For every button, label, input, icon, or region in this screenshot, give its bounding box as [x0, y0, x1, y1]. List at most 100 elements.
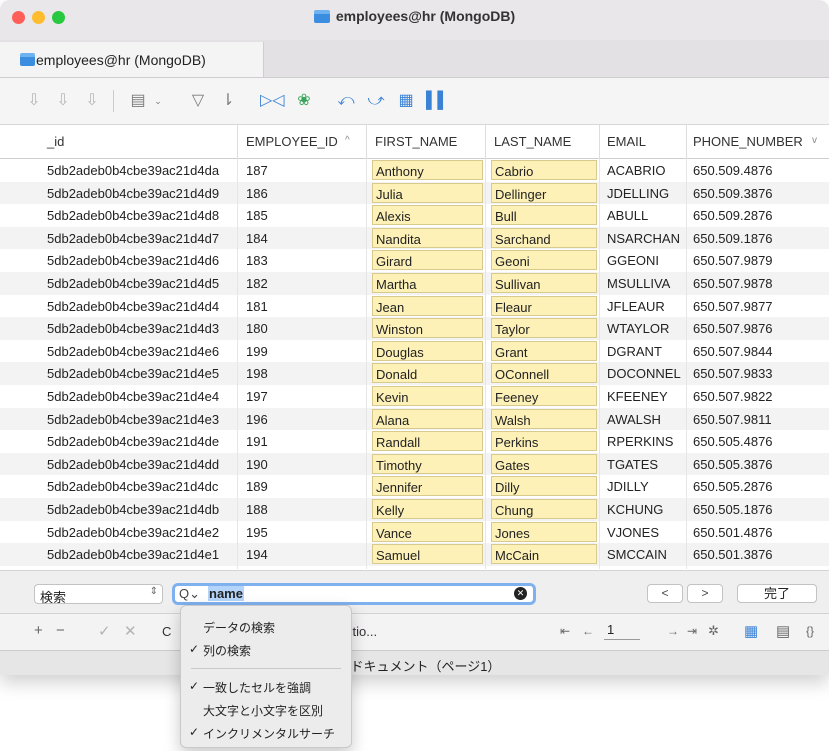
- table-row[interactable]: 5db2adeb0b4cbe39ac21d4d9 186 Julia Dellinge…: [0, 181, 829, 205]
- menu-item-search-data[interactable]: データの検索: [181, 619, 351, 639]
- column-header-last-name[interactable]: LAST_NAME: [494, 134, 571, 149]
- cell-first-name[interactable]: Timothy: [372, 453, 483, 474]
- cell-first-name[interactable]: Kelly: [372, 499, 483, 519]
- cell-phone-number[interactable]: 650.505.2876: [693, 479, 773, 494]
- cell-last-name[interactable]: McCain: [491, 544, 597, 565]
- cell-email[interactable]: VJONES: [607, 525, 659, 540]
- menu-item-search-columns[interactable]: ✓ 列の検索: [181, 642, 351, 662]
- cell-phone-number[interactable]: 650.501.3876: [693, 547, 773, 562]
- cell-phone-number[interactable]: 650.509.4876: [693, 163, 773, 178]
- cell-employee-id[interactable]: 190: [246, 457, 268, 472]
- table-row[interactable]: 5db2adeb0b4cbe39ac21d4dd 190 Timothy Gates T…: [0, 452, 829, 476]
- venn-icon[interactable]: ❀: [294, 91, 314, 111]
- cell-email[interactable]: KCHUNG: [607, 502, 663, 517]
- cell-employee-id[interactable]: 199: [246, 344, 268, 359]
- sort-icon[interactable]: ⇂: [218, 91, 238, 111]
- cell-employee-id[interactable]: 187: [246, 163, 268, 178]
- cell-phone-number[interactable]: 650.505.4876: [693, 434, 773, 449]
- table-row[interactable]: 5db2adeb0b4cbe39ac21d4e5 198 Donald OConnel…: [0, 362, 829, 385]
- table-data-icon[interactable]: ▦: [396, 91, 416, 111]
- cell-first-name[interactable]: Vance: [372, 521, 483, 542]
- previous-match-button[interactable]: <: [647, 584, 683, 603]
- cell-phone-number[interactable]: 650.507.9877: [693, 299, 773, 314]
- cell-phone-number[interactable]: 650.505.1876: [693, 502, 773, 517]
- cell-email[interactable]: TGATES: [607, 457, 658, 472]
- cell-first-name[interactable]: Kevin: [372, 386, 483, 406]
- cell-phone-number[interactable]: 650.509.3876: [693, 186, 773, 201]
- clear-search-icon[interactable]: ✕: [514, 587, 527, 600]
- cell-first-name[interactable]: Nandita: [372, 227, 483, 248]
- column-header-first-name[interactable]: FIRST_NAME: [375, 134, 457, 149]
- cell-email[interactable]: SMCCAIN: [607, 547, 667, 562]
- cell-employee-id[interactable]: 181: [246, 299, 268, 314]
- cell-last-name[interactable]: Grant: [491, 340, 597, 361]
- cell-id[interactable]: 5db2adeb0b4cbe39ac21d4dc: [47, 479, 218, 494]
- table-row[interactable]: 5db2adeb0b4cbe39ac21d4d3 180 Winston Taylor…: [0, 317, 829, 340]
- cell-last-name[interactable]: Perkins: [491, 431, 597, 452]
- add-row-button[interactable]: +: [34, 622, 43, 639]
- table-row[interactable]: 5db2adeb0b4cbe39ac21d4da 187 Anthony Cabrio…: [0, 159, 829, 182]
- column-divider[interactable]: [686, 125, 687, 158]
- sort-ascending-icon[interactable]: ^: [345, 135, 350, 146]
- cell-first-name[interactable]: Julia: [372, 182, 483, 203]
- cell-id[interactable]: 5db2adeb0b4cbe39ac21d4d9: [47, 186, 219, 201]
- cell-first-name[interactable]: Winston: [372, 318, 483, 339]
- previous-page-icon[interactable]: ←: [582, 624, 594, 638]
- cell-employee-id[interactable]: 194: [246, 547, 268, 562]
- first-page-icon[interactable]: ⇤: [560, 624, 570, 638]
- table-row[interactable]: 5db2adeb0b4cbe39ac21d4d5 182 Martha Sulliva…: [0, 272, 829, 295]
- cell-email[interactable]: KFEENEY: [607, 389, 668, 404]
- cell-phone-number[interactable]: 650.507.9844: [693, 344, 773, 359]
- column-divider[interactable]: [485, 125, 486, 158]
- cell-employee-id[interactable]: 185: [246, 208, 268, 223]
- cell-id[interactable]: 5db2adeb0b4cbe39ac21d4db: [47, 502, 219, 517]
- table-row[interactable]: 5db2adeb0b4cbe39ac21d4de 191 Randall Perkin…: [0, 430, 829, 453]
- table-row[interactable]: 5db2adeb0b4cbe39ac21d4db 188 Kelly Chung KCH…: [0, 498, 829, 521]
- cell-first-name[interactable]: Alexis: [372, 205, 483, 226]
- cell-employee-id[interactable]: 197: [246, 389, 268, 404]
- table-row[interactable]: 5db2adeb0b4cbe39ac21d4d8 185 Alexis Bull ABU…: [0, 204, 829, 227]
- cell-last-name[interactable]: Feeney: [491, 386, 597, 406]
- cell-first-name[interactable]: Randall: [372, 431, 483, 452]
- cell-last-name[interactable]: Dilly: [491, 476, 597, 497]
- cell-email[interactable]: ACABRIO: [607, 163, 666, 178]
- cell-email[interactable]: ABULL: [607, 208, 648, 223]
- chart-icon[interactable]: ▌▌: [426, 91, 449, 111]
- cell-first-name[interactable]: Anthony: [372, 160, 483, 180]
- form-view-icon[interactable]: ▤: [776, 622, 790, 640]
- grid-view-icon[interactable]: ▦: [744, 622, 758, 640]
- add-row-icon[interactable]: ⇩: [24, 91, 44, 111]
- menu-item-highlight-matches[interactable]: ✓ 一致したセルを強調: [181, 679, 351, 699]
- search-icon[interactable]: Q⌄: [179, 586, 200, 602]
- chevron-down-icon[interactable]: v: [812, 135, 817, 146]
- menu-item-incremental-search[interactable]: ✓ インクリメンタルサーチ: [181, 725, 351, 745]
- cell-last-name[interactable]: Dellinger: [491, 182, 597, 203]
- settings-gear-icon[interactable]: ✲: [708, 623, 719, 639]
- cell-email[interactable]: GGEONI: [607, 253, 659, 268]
- json-view-icon[interactable]: {}: [806, 624, 814, 638]
- export-icon[interactable]: ⤻: [366, 91, 386, 111]
- cell-email[interactable]: NSARCHAN: [607, 231, 680, 246]
- cell-last-name[interactable]: Taylor: [491, 318, 597, 339]
- table-row[interactable]: 5db2adeb0b4cbe39ac21d4e3 196 Alana Walsh AWA…: [0, 407, 829, 431]
- cell-phone-number[interactable]: 650.507.9876: [693, 321, 773, 336]
- filter-icon[interactable]: ▽: [188, 91, 208, 111]
- cell-last-name[interactable]: Bull: [491, 205, 597, 226]
- cell-email[interactable]: JDILLY: [607, 479, 649, 494]
- cell-id[interactable]: 5db2adeb0b4cbe39ac21d4e1: [47, 547, 219, 562]
- menu-item-case-sensitive[interactable]: 大文字と小文字を区別: [181, 702, 351, 722]
- cell-email[interactable]: JFLEAUR: [607, 299, 665, 314]
- table-row[interactable]: 5db2adeb0b4cbe39ac21d4d7 184 Nandita Sarcha…: [0, 226, 829, 250]
- next-page-icon[interactable]: →: [667, 624, 679, 638]
- cell-phone-number[interactable]: 650.509.1876: [693, 231, 773, 246]
- cell-id[interactable]: 5db2adeb0b4cbe39ac21d4de: [47, 434, 219, 449]
- import-icon[interactable]: ⤺: [336, 91, 356, 111]
- cell-first-name[interactable]: Alana: [372, 408, 483, 429]
- cell-last-name[interactable]: Sullivan: [491, 273, 597, 293]
- cell-last-name[interactable]: Chung: [491, 499, 597, 519]
- table-row[interactable]: 5db2adeb0b4cbe39ac21d4d6 183 Girard Geoni GG…: [0, 249, 829, 272]
- remove-row-button[interactable]: −: [56, 622, 65, 639]
- cell-first-name[interactable]: Donald: [372, 363, 483, 384]
- table-row[interactable]: 5db2adeb0b4cbe39ac21d4e2 195 Vance Jones VJO…: [0, 521, 829, 544]
- cell-first-name[interactable]: Martha: [372, 273, 483, 293]
